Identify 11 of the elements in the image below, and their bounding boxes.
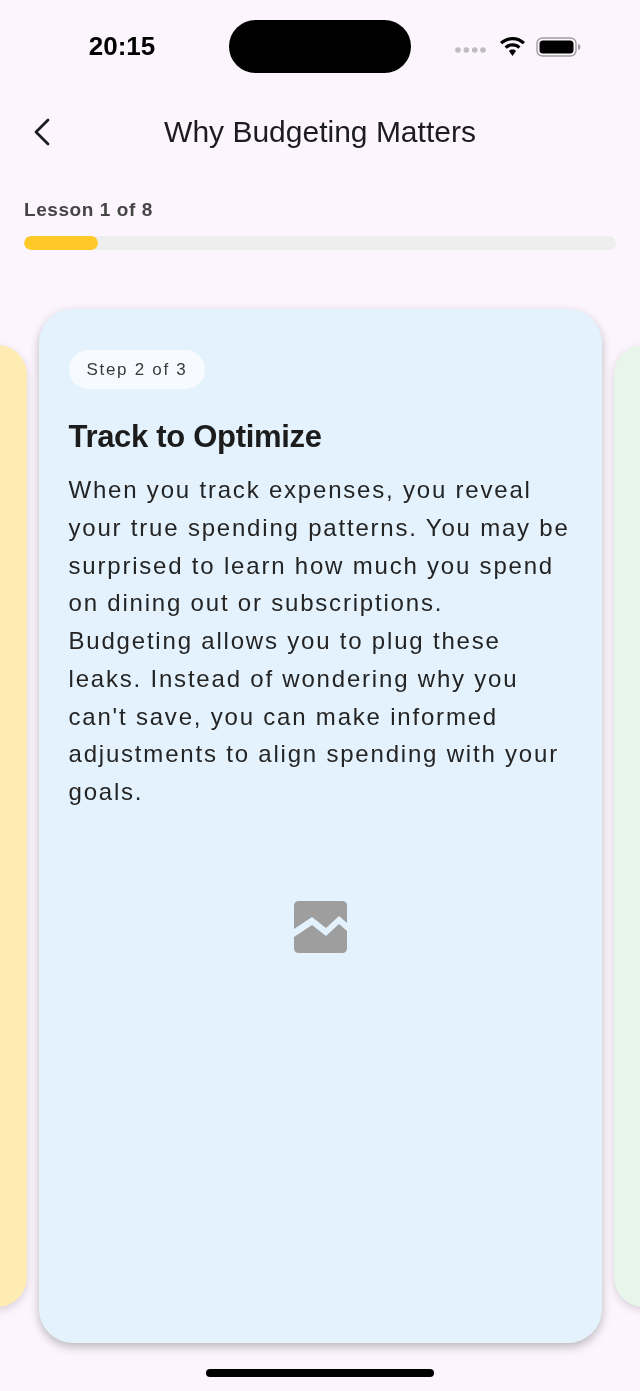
broken-image-icon [293,900,347,953]
wifi-icon [500,37,525,56]
chevron-left-icon [32,118,50,146]
page-title: Why Budgeting Matters [164,114,476,150]
card-body-text: When you track expenses, you reveal your true spending patterns. You may be surprised to learn how much you spend on dining out or subscriptions. Budgeting allows you to plug these leaks. Instead of wondering why you can't save, you can make informed adjustments to align spending with your goals. [68,475,571,807]
status-time: 20:15 [88,30,156,63]
card-title: Track to Optimize [68,418,322,455]
signal-icon [455,46,486,53]
battery-icon [536,36,581,57]
lesson-progress-label: Lesson 1 of 8 [24,199,153,221]
step-badge: Step 2 of 3 [68,350,206,389]
